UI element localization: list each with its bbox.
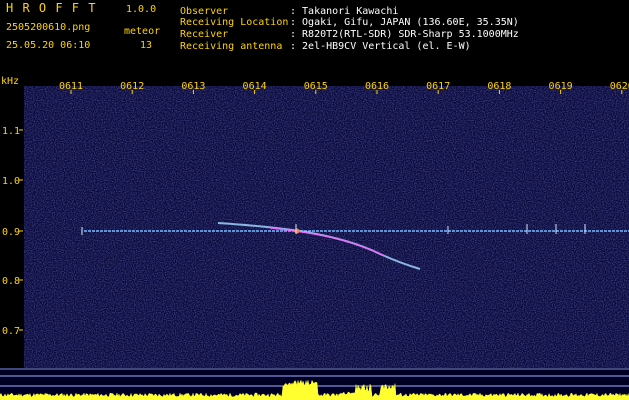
y-tick-label: 0.8: [2, 276, 20, 287]
antenna-label: Receiving antenna: [180, 41, 283, 52]
meteor-head: [294, 228, 300, 234]
date-time: 25.05.20 06:10: [6, 40, 91, 51]
y-axis-unit: kHz: [1, 76, 19, 87]
antenna-value: : 2el-HB9CV Vertical (el. E-W): [290, 41, 471, 52]
y-tick-label: 0.9: [2, 227, 20, 238]
y-tick-label: 1.0: [2, 176, 20, 187]
spectrogram-plot: kHz 0611 0612 0613 0614 0615 0616 0617 0618 0619…: [0, 76, 629, 400]
receiver-value: : R820T2(RTL-SDR) SDR-Sharp 53.1000MHz: [290, 29, 519, 40]
file-name: 2505200610.png: [6, 22, 91, 33]
y-tick-label: 1.1: [2, 126, 20, 137]
y-axis-ticks: 1.11.00.90.80.70.6: [2, 126, 23, 387]
app-name: H R O F F T: [6, 1, 97, 15]
location-label: Receiving Location: [180, 17, 289, 28]
x-tick-label: 0620: [610, 81, 629, 92]
app-version: 1.0.0: [126, 4, 157, 15]
meteor-count: 13: [140, 40, 153, 51]
location-value: : Ogaki, Gifu, JAPAN (136.60E, 35.35N): [290, 17, 519, 28]
receiver-label: Receiver: [180, 29, 229, 40]
hrofft-window: H R O F F T 1.0.0 2505200610.png meteor …: [0, 0, 629, 400]
y-tick-label: 0.7: [2, 326, 20, 337]
meteor-label: meteor: [124, 26, 161, 37]
noise-layer: [24, 86, 629, 400]
